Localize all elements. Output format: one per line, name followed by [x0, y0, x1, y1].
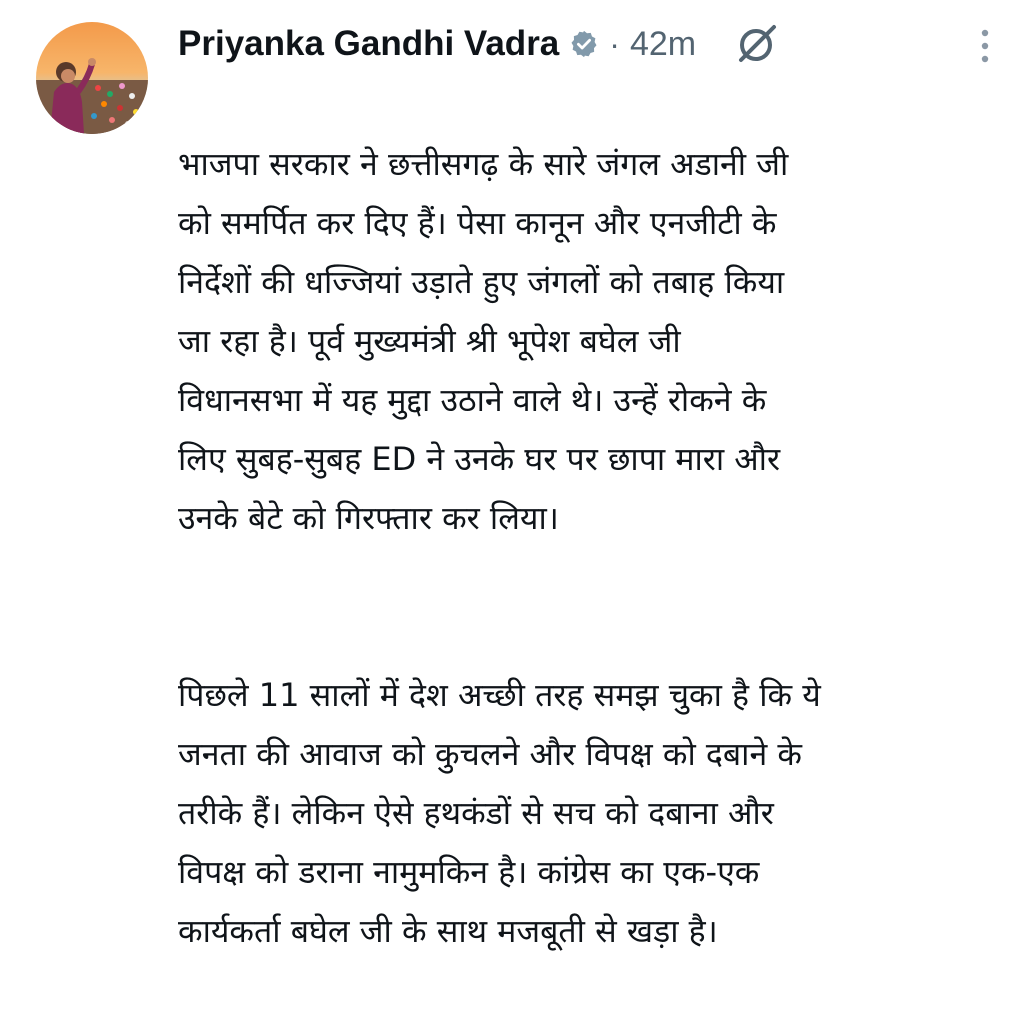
separator-dot: · [609, 25, 620, 62]
post-time[interactable]: 42m [630, 25, 696, 64]
post-card: Priyanka Gandhi Vadra · 42m भाजपा सरकार … [0, 0, 1024, 950]
post-text: भाजपा सरकार ने छत्तीसगढ़ के सारे जंगल अड… [178, 76, 998, 1020]
post-paragraph: पिछले 11 सालों में देश अच्छी तरह समझ चुक… [178, 676, 821, 950]
author-name[interactable]: Priyanka Gandhi Vadra [178, 24, 559, 64]
avatar-image [36, 22, 148, 134]
post-header: Priyanka Gandhi Vadra · 42m [178, 18, 994, 70]
grok-icon[interactable] [734, 21, 780, 67]
more-options-icon[interactable] [978, 26, 992, 66]
verified-badge-icon[interactable] [569, 29, 599, 59]
author-avatar[interactable] [36, 22, 148, 134]
post-paragraph: भाजपा सरकार ने छत्तीसगढ़ के सारे जंगल अड… [178, 145, 789, 537]
